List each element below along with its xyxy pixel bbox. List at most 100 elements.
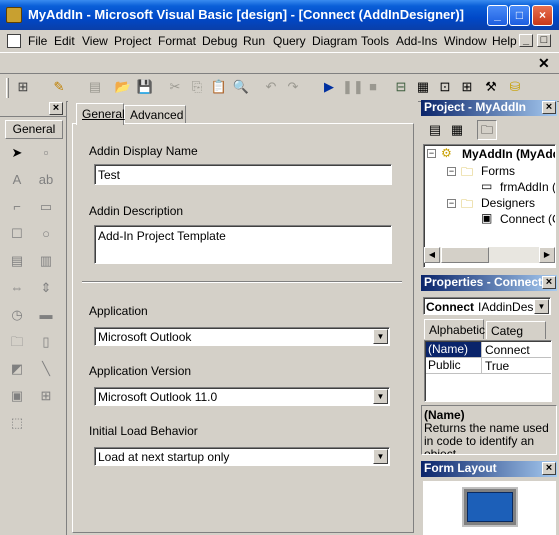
drivelistbox-tool-icon[interactable]: ▬	[37, 306, 55, 324]
toolbox-tab-general[interactable]: General	[5, 120, 63, 139]
minimize-button[interactable]: _	[487, 5, 508, 26]
menu-query[interactable]: Query	[273, 34, 306, 48]
tree-designers-folder[interactable]: Designers	[481, 196, 535, 210]
cut-icon[interactable]: ✂	[166, 78, 184, 96]
menu-view[interactable]: View	[82, 34, 108, 48]
close-button[interactable]: ×	[532, 5, 553, 26]
tree-expander[interactable]: −	[447, 167, 456, 176]
screen-preview[interactable]	[467, 492, 513, 522]
tab-advanced[interactable]: Advanced	[124, 105, 186, 123]
project-explorer-close-button[interactable]: ×	[542, 101, 556, 114]
find-icon[interactable]: 🔍	[232, 78, 250, 96]
add-form-icon[interactable]: ✎	[50, 78, 68, 96]
line-tool-icon[interactable]: ╲	[37, 360, 55, 378]
application-combo[interactable]: Microsoft Outlook ▼	[94, 327, 390, 346]
frame-tool-icon[interactable]: ⌐	[8, 198, 26, 216]
property-row[interactable]: Public True	[426, 358, 551, 374]
vscrollbar-tool-icon[interactable]: ⇕	[37, 279, 55, 297]
chevron-down-icon[interactable]: ▼	[373, 389, 388, 404]
tab-alphabetic[interactable]: Alphabetic	[424, 319, 485, 339]
property-row[interactable]: (Name) Connect	[426, 342, 551, 358]
combobox-tool-icon[interactable]: ▤	[8, 252, 26, 270]
end-icon[interactable]: ■	[364, 78, 382, 96]
menu-help[interactable]: Help	[492, 34, 517, 48]
menu-add-ins[interactable]: Add-Ins	[396, 34, 437, 48]
redo-icon[interactable]: ↷	[284, 78, 302, 96]
chevron-down-icon[interactable]: ▼	[534, 299, 549, 314]
tab-categorized[interactable]: Categ	[486, 321, 546, 339]
scroll-thumb[interactable]	[441, 247, 489, 263]
commandbutton-tool-icon[interactable]: ▭	[37, 198, 55, 216]
menu-window[interactable]: Window	[444, 34, 487, 48]
data-tool-icon[interactable]: ⊞	[37, 387, 55, 405]
menu-debug[interactable]: Debug	[202, 34, 237, 48]
maximize-button[interactable]: □	[509, 5, 530, 26]
properties-window-icon[interactable]: ▦	[414, 78, 432, 96]
property-value[interactable]: True	[485, 359, 509, 373]
menu-file[interactable]: File	[28, 34, 47, 48]
version-combo[interactable]: Microsoft Outlook 11.0 ▼	[94, 387, 390, 406]
description-input[interactable]: Add-In Project Template	[94, 225, 392, 264]
undo-icon[interactable]: ↶	[262, 78, 280, 96]
tree-form-item[interactable]: frmAddIn (	[500, 180, 555, 194]
horizontal-scrollbar[interactable]: ◀ ▶	[424, 247, 555, 263]
hscrollbar-tool-icon[interactable]: ⇔	[8, 279, 26, 297]
break-icon[interactable]: ❚❚	[342, 78, 364, 96]
textbox-tool-icon[interactable]: ab	[37, 171, 55, 189]
menu-run[interactable]: Run	[243, 34, 265, 48]
mdi-minimize-button[interactable]: _	[519, 34, 533, 47]
menu-diagram[interactable]: Diagram	[312, 34, 357, 48]
load-behavior-combo[interactable]: Load at next startup only ▼	[94, 447, 390, 466]
form-layout-close-button[interactable]: ×	[542, 462, 556, 475]
vb-app-icon[interactable]	[6, 7, 22, 23]
form-layout-icon[interactable]: ⊡	[436, 78, 454, 96]
add-project-icon[interactable]: ⊞	[14, 78, 32, 96]
properties-close-button[interactable]: ×	[542, 276, 556, 289]
tree-forms-folder[interactable]: Forms	[481, 164, 515, 178]
menu-edit[interactable]: Edit	[54, 34, 75, 48]
view-code-icon[interactable]: ▤	[426, 121, 444, 139]
tree-expander[interactable]: −	[447, 199, 456, 208]
menu-format[interactable]: Format	[158, 34, 196, 48]
tab-general[interactable]: General	[76, 103, 125, 125]
save-project-icon[interactable]: 💾	[136, 78, 154, 96]
open-project-icon[interactable]: 📂	[114, 78, 132, 96]
scroll-right-icon[interactable]: ▶	[539, 247, 555, 263]
toggle-folders-button[interactable]: 🗀	[477, 120, 497, 140]
checkbox-tool-icon[interactable]: ☐	[8, 225, 26, 243]
toolbox-close-button[interactable]: ×	[49, 102, 63, 115]
dirlistbox-tool-icon[interactable]: 🗀	[8, 333, 26, 351]
chevron-down-icon[interactable]: ▼	[373, 449, 388, 464]
data-view-icon[interactable]: ⛁	[506, 78, 524, 96]
menu-tools[interactable]: Tools	[361, 34, 389, 48]
view-object-icon[interactable]: ▦	[448, 121, 466, 139]
copy-icon[interactable]: ⎘	[188, 78, 206, 96]
picturebox-tool-icon[interactable]: ▫	[37, 144, 55, 162]
paste-icon[interactable]: 📋	[210, 78, 228, 96]
tree-expander[interactable]: −	[427, 149, 436, 158]
mdi-restore-button[interactable]: □	[537, 34, 551, 47]
display-name-input[interactable]: Test	[94, 164, 392, 185]
property-value[interactable]: Connect	[485, 343, 530, 357]
chevron-down-icon[interactable]: ▼	[373, 329, 388, 344]
timer-tool-icon[interactable]: ◷	[8, 306, 26, 324]
label-tool-icon[interactable]: A	[8, 171, 26, 189]
shape-tool-icon[interactable]: ◩	[8, 360, 26, 378]
mdi-close-icon[interactable]: ✕	[538, 55, 550, 72]
tree-designer-item[interactable]: Connect (C	[500, 212, 555, 226]
object-browser-icon[interactable]: ⊞	[458, 78, 476, 96]
optionbutton-tool-icon[interactable]: ○	[37, 225, 55, 243]
menu-editor-icon[interactable]: ▤	[86, 78, 104, 96]
object-combo[interactable]: Connect IAddinDesig ▼	[423, 297, 551, 315]
project-explorer-icon[interactable]: ⊟	[392, 78, 410, 96]
start-icon[interactable]: ▶	[320, 78, 338, 96]
image-tool-icon[interactable]: ▣	[8, 387, 26, 405]
ole-tool-icon[interactable]: ⬚	[8, 414, 26, 432]
pointer-tool-icon[interactable]: ➤	[8, 144, 26, 162]
toolbox-icon[interactable]: ⚒	[482, 78, 500, 96]
scroll-left-icon[interactable]: ◀	[424, 247, 440, 263]
menu-project[interactable]: Project	[114, 34, 151, 48]
tree-project-root[interactable]: MyAddIn (MyAdd	[462, 147, 555, 161]
listbox-tool-icon[interactable]: ▥	[37, 252, 55, 270]
filelistbox-tool-icon[interactable]: ▯	[37, 333, 55, 351]
